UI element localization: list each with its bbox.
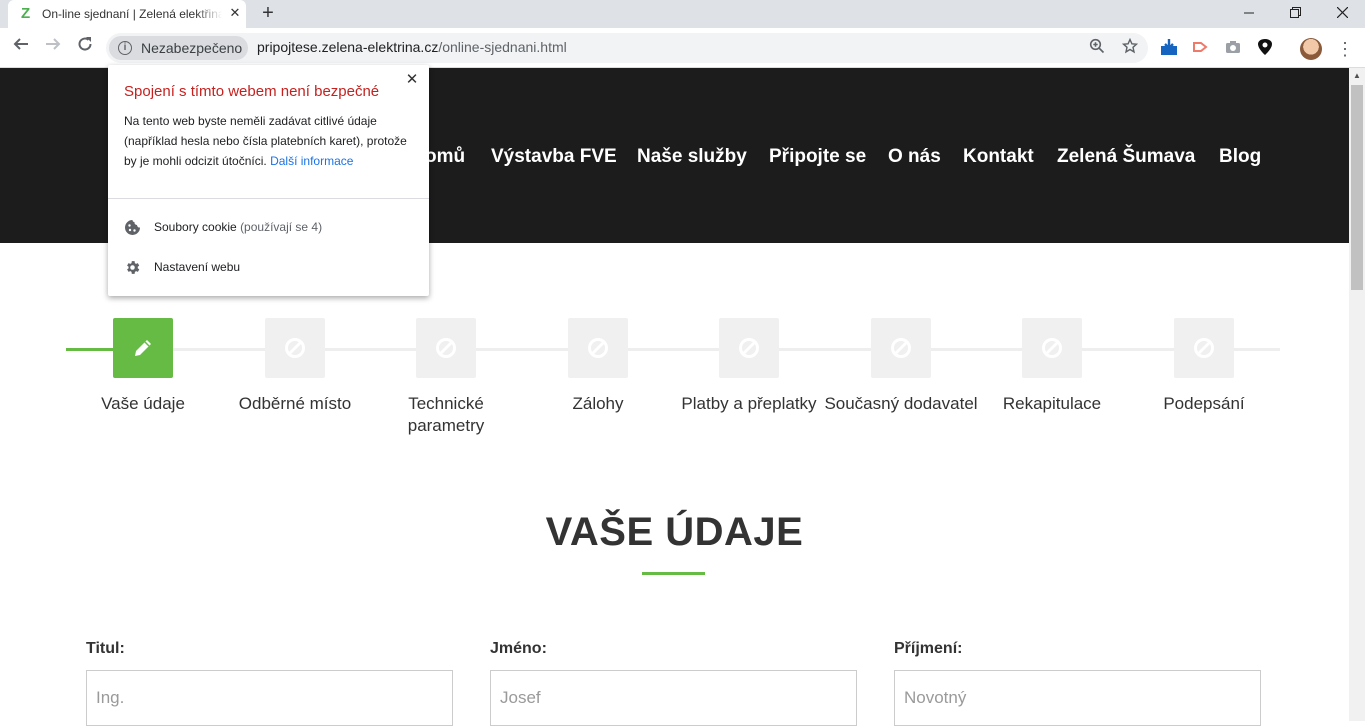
step-5-disabled-icon <box>719 318 779 378</box>
step-6-disabled-icon <box>871 318 931 378</box>
first-name-field[interactable] <box>490 670 857 726</box>
nav-item-sumava[interactable]: Zelená Šumava <box>1057 145 1195 169</box>
nav-item-blog[interactable]: Blog <box>1219 145 1261 169</box>
first-name-label: Jméno: <box>490 640 547 657</box>
step-1-pencil-icon[interactable] <box>113 318 173 378</box>
site-settings-row[interactable]: Nastavení webu <box>124 257 240 277</box>
nav-item-homes[interactable]: omů <box>425 145 465 169</box>
steps-track <box>66 348 1280 351</box>
reload-icon[interactable] <box>73 36 97 60</box>
browser-tab[interactable]: Z On-line sjednaní | Zelená elektřina ✕ <box>8 0 246 28</box>
info-icon: i <box>118 41 132 55</box>
popup-close-icon[interactable]: ✕ <box>403 71 421 89</box>
extension-camera-icon[interactable] <box>1224 38 1244 58</box>
url-host: pripojtese.zelena-elektrina.cz <box>257 39 439 55</box>
browser-menu-icon[interactable]: ⋮ <box>1336 36 1354 62</box>
extension-shield-icon[interactable] <box>1256 38 1276 58</box>
site-settings-label: Nastavení webu <box>154 260 241 274</box>
site-favicon-icon: Z <box>21 5 31 22</box>
site-info-popup: ✕ Spojení s tímto webem není bezpečné Na… <box>108 65 429 296</box>
step-7-disabled-icon <box>1022 318 1082 378</box>
tab-strip: Z On-line sjednaní | Zelená elektřina ✕ … <box>0 0 1365 28</box>
step-label[interactable]: Vaše údaje <box>58 393 228 415</box>
zoom-icon[interactable] <box>1087 38 1107 58</box>
step-label: Podepsání <box>1163 394 1245 413</box>
nav-item-services[interactable]: Naše služby <box>637 145 747 169</box>
new-tab-icon[interactable]: + <box>258 3 278 23</box>
gear-icon <box>127 260 140 274</box>
popup-title: Spojení s tímto webem není bezpečné <box>124 83 380 100</box>
tab-title: On-line sjednaní | Zelená elektřina <box>42 7 222 21</box>
nav-item-about[interactable]: O nás <box>888 145 941 169</box>
address-bar[interactable]: i Nezabezpečeno pripojtese.zelena-elektr… <box>106 33 1148 63</box>
step-2-disabled-icon <box>265 318 325 378</box>
section-title: VAŠE ÚDAJE <box>545 510 804 554</box>
steps-track-progress <box>66 348 114 351</box>
security-label: Nezabezpečeno <box>141 40 243 56</box>
cookies-row[interactable]: Soubory cookie (používají se 4) <box>124 217 322 237</box>
url-path: /online-sjednani.html <box>438 39 567 55</box>
step-label: Rekapitulace <box>1002 394 1102 413</box>
step-label: Zálohy <box>572 394 624 413</box>
restore-icon[interactable] <box>1272 0 1318 28</box>
back-icon[interactable] <box>9 36 33 60</box>
step-4-disabled-icon <box>568 318 628 378</box>
step-8-disabled-icon <box>1174 318 1234 378</box>
cookies-count: (používají se 4) <box>240 220 323 234</box>
step-label: Technické parametry <box>407 394 485 435</box>
step-label: Odběrné místo <box>238 394 352 413</box>
scroll-thumb[interactable] <box>1351 85 1363 290</box>
security-chip[interactable]: i Nezabezpečeno <box>109 36 248 60</box>
profile-avatar[interactable] <box>1300 38 1322 60</box>
popup-divider <box>108 198 429 199</box>
popup-body-text: Na tento web byste neměli zadávat citliv… <box>124 114 407 168</box>
popup-body: Na tento web byste neměli zadávat citliv… <box>124 111 416 171</box>
cookie-icon <box>125 219 140 235</box>
title-field[interactable] <box>86 670 453 726</box>
bookmark-star-icon[interactable] <box>1120 37 1140 58</box>
nav-item-contact[interactable]: Kontakt <box>963 145 1034 169</box>
browser-toolbar: i Nezabezpečeno pripojtese.zelena-elektr… <box>0 28 1365 68</box>
last-name-field[interactable] <box>894 670 1261 726</box>
extension-download-icon[interactable] <box>1160 38 1180 58</box>
last-name-label: Příjmení: <box>894 640 963 657</box>
title-underline <box>642 572 705 575</box>
scroll-up-icon[interactable]: ▲ <box>1349 68 1365 84</box>
extension-arrow-icon[interactable] <box>1192 38 1212 58</box>
nav-item-connect[interactable]: Připojte se <box>769 145 866 169</box>
nav-item-fve[interactable]: Výstavba FVE <box>491 145 617 169</box>
tab-close-icon[interactable]: ✕ <box>227 5 243 21</box>
title-field-label: Titul: <box>86 640 125 657</box>
step-label: Platby a přeplatky <box>681 394 817 413</box>
forward-icon[interactable] <box>41 36 65 60</box>
learn-more-link[interactable]: Další informace <box>270 154 353 168</box>
cookies-label: Soubory cookie <box>154 220 237 234</box>
close-window-icon[interactable] <box>1319 0 1365 28</box>
step-3-disabled-icon <box>416 318 476 378</box>
url-text[interactable]: pripojtese.zelena-elektrina.cz/online-sj… <box>257 39 567 55</box>
step-label: Současný dodavatel <box>824 394 978 413</box>
minimize-icon[interactable] <box>1226 0 1272 28</box>
